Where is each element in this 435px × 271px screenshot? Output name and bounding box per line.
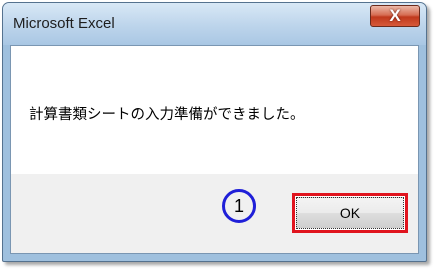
title-bar[interactable]: Microsoft Excel X <box>3 3 426 45</box>
window-title: Microsoft Excel <box>13 15 115 32</box>
message-dialog: Microsoft Excel X 計算書類シートの入力準備ができました。 OK <box>2 2 427 262</box>
dialog-body: 計算書類シートの入力準備ができました。 OK <box>10 45 419 254</box>
message-text: 計算書類シートの入力準備ができました。 <box>29 107 305 123</box>
message-area: 計算書類シートの入力準備ができました。 <box>11 46 418 174</box>
ok-button-highlight: OK <box>292 193 408 233</box>
close-icon: X <box>389 6 401 25</box>
ok-button[interactable]: OK <box>296 197 404 229</box>
close-button[interactable]: X <box>370 5 420 27</box>
step-marker: 1 <box>222 189 256 223</box>
